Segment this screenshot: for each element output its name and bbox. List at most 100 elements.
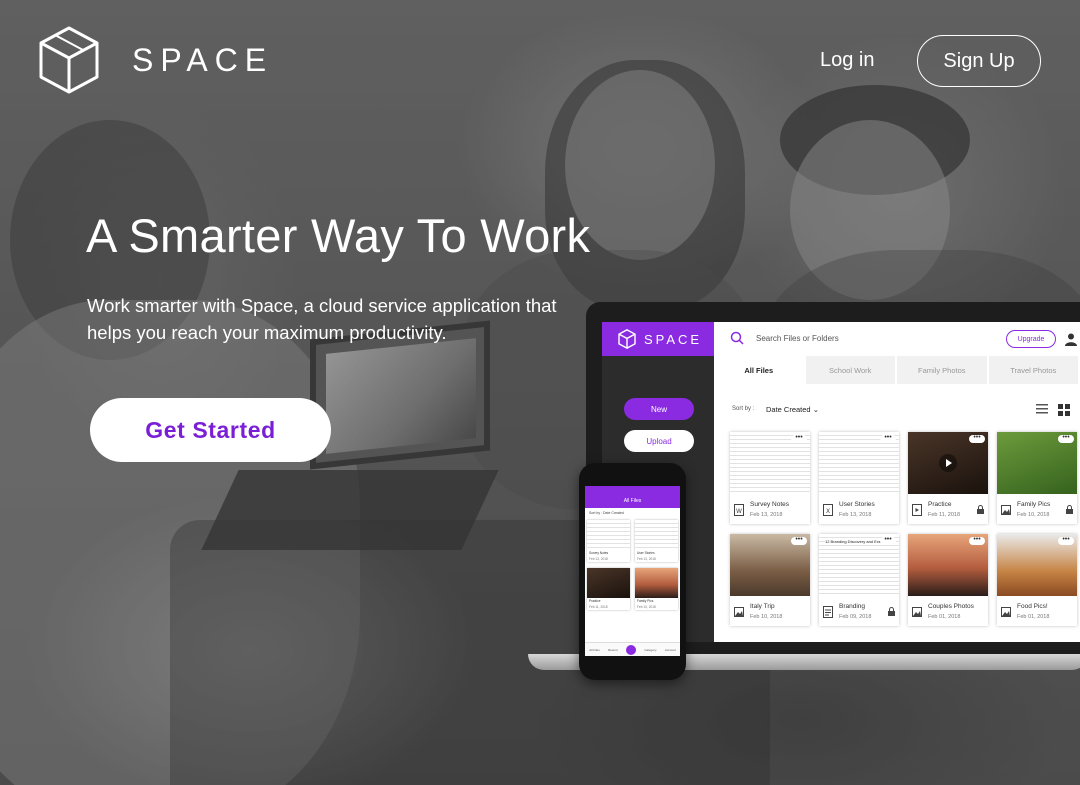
phone-file-date: Feb 13, 2018 [589,557,608,561]
phone-sort-bar: Sort by : Date Created [585,508,680,518]
file-date: Feb 13, 2018 [839,512,872,518]
list-view-icon [1036,404,1048,414]
lock-icon [888,607,895,616]
phone-nav-recent: Recent [608,647,618,652]
file-name: Practice [928,501,952,508]
chevron-down-icon: ⌄ [812,405,819,414]
more-options-icon: ••• [1058,434,1074,443]
phone-file-card: User Stories Feb 13, 2018 [635,520,678,562]
word-file-icon: W [734,504,744,516]
get-started-button[interactable]: Get Started [90,398,331,462]
file-name: Italy Trip [750,603,775,610]
more-options-icon: ••• [791,536,807,545]
file-card: ••• Italy Trip Feb 10, 2018 [730,534,810,626]
file-name: User Stories [839,501,875,508]
file-name: Survey Notes [750,501,790,508]
more-options-icon: ••• [791,434,807,443]
user-icon [1065,333,1077,346]
file-date: Feb 01, 2018 [928,614,961,620]
cube-logo-icon [618,329,636,349]
file-card: ••• Food Pics! Feb 01, 2018 [997,534,1077,626]
tab-school-work: School Work [805,356,895,384]
tab-family-photos: Family Photos [897,356,987,384]
image-file-icon [1001,607,1011,617]
file-date: Feb 10, 2018 [750,614,783,620]
image-file-icon [912,607,922,617]
signup-button[interactable]: Sign Up [917,35,1041,87]
phone-app-header: All Files [585,486,680,508]
file-card: ••• Practice Feb 11, 2018 [908,432,988,524]
file-date: Feb 01, 2018 [1017,614,1050,620]
sort-value-text: Date Created [766,405,811,414]
svg-text:W: W [736,508,742,515]
hero-subtitle: Work smarter with Space, a cloud service… [87,295,557,343]
brand-name: SPACE [132,41,274,78]
lock-icon [977,505,984,514]
spreadsheet-file-icon: X [823,504,833,516]
phone-file-date: Feb 11, 2018 [589,605,608,609]
file-date: Feb 11, 2018 [928,512,961,518]
file-date: Feb 09, 2018 [839,614,872,620]
more-options-icon: ••• [880,434,896,443]
phone-sort-value: Date Created [603,511,624,515]
phone-nav-all-files: All Files [589,647,600,652]
file-card: ••• W Survey Notes Feb 13, 2018 [730,432,810,524]
document-file-icon [823,606,833,618]
image-thumbnail [635,568,678,598]
file-card: ••• Couples Photos Feb 01, 2018 [908,534,988,626]
brand-logo[interactable]: SPACE [38,25,273,95]
image-file-icon [734,607,744,617]
phone-nav-category: Category [644,647,657,652]
phone-file-date: Feb 13, 2018 [637,557,656,561]
file-name: Couples Photos [928,603,974,610]
more-options-icon: ••• [969,536,985,545]
more-options-icon: ••• [880,536,896,545]
grid-view-icon [1058,404,1070,416]
app-brand-name: SPACE [644,331,703,347]
search-icon [730,331,744,345]
phone-file-card: Family Pics Feb 10, 2018 [635,568,678,610]
app-topbar: Search Files or Folders Upgrade [714,322,1080,356]
document-thumbnail [635,520,678,550]
hero-title: A Smarter Way To Work [86,209,591,262]
file-name: Food Pics! [1017,603,1048,610]
svg-text:X: X [826,508,830,515]
file-name: Branding [839,603,866,610]
add-icon [625,644,636,655]
tab-all-files: All Files [714,356,804,384]
app-brand: SPACE [602,322,714,356]
phone-screen-app: All Files Sort by : Date Created Survey … [585,486,680,656]
lock-icon [1066,505,1073,514]
phone-file-date: Feb 10, 2018 [637,605,656,609]
phone-file-card: Survey Notes Feb 13, 2018 [587,520,630,562]
cube-logo-icon [39,26,99,94]
play-icon [939,454,957,472]
sort-bar: Sort by : Date Created ⌄ [714,402,1080,416]
file-card: 12 Branding Discovery and Exe ••• Brandi… [819,534,899,626]
image-file-icon [1001,505,1011,515]
file-date: Feb 10, 2018 [1017,512,1050,518]
file-card: ••• X User Stories Feb 13, 2018 [819,432,899,524]
more-options-icon: ••• [1058,536,1074,545]
phone-sort-label: Sort by : [589,511,603,515]
tab-travel-photos: Travel Photos [988,356,1078,384]
document-thumbnail [587,520,630,550]
sort-value: Date Created ⌄ [766,405,819,414]
more-options-icon: ••• [969,434,985,443]
file-name: Family Pics [1017,501,1051,508]
app-tabs: All Files School Work Family Photos Trav… [714,356,1080,384]
upgrade-button: Upgrade [1006,330,1056,348]
upload-button: Upload [624,430,694,452]
doc-heading: 12 Branding Discovery and Exe [825,539,882,544]
video-file-icon [912,504,922,516]
app-search-placeholder: Search Files or Folders [756,334,839,343]
video-thumbnail [587,568,630,598]
file-card: ••• Family Pics Feb 10, 2018 [997,432,1077,524]
phone-file-card: Practice Feb 11, 2018 [587,568,630,610]
phone-bottom-nav: All Files Recent Category Account [585,642,680,656]
file-date: Feb 13, 2018 [750,512,783,518]
sort-label: Sort by : [732,406,755,412]
login-link[interactable]: Log in [820,49,875,72]
new-button: New [624,398,694,420]
phone-nav-account: Account [664,647,676,652]
